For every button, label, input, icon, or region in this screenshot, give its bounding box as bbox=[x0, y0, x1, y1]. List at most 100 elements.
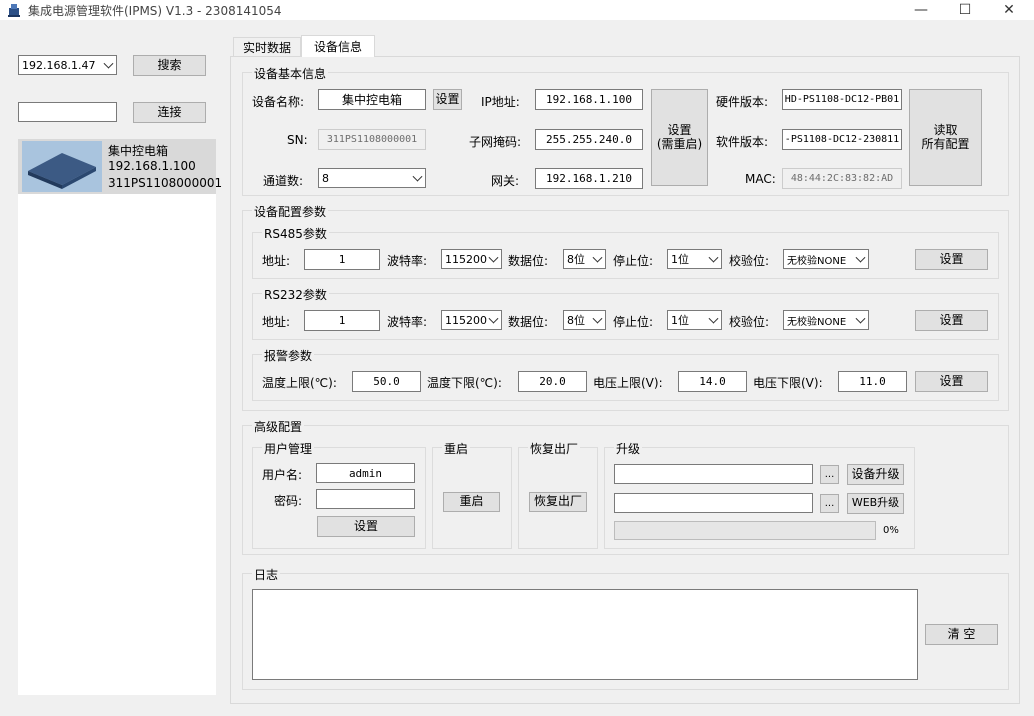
device-config-title: 设备配置参数 bbox=[252, 203, 329, 220]
username-input[interactable]: admin bbox=[316, 463, 415, 483]
gateway-label: 网关: bbox=[491, 174, 520, 188]
rs232-parity-select[interactable]: 无校验NONE bbox=[783, 310, 869, 330]
user-management-title: 用户管理 bbox=[262, 440, 315, 457]
rs232-stopbits-label: 停止位: bbox=[613, 315, 654, 329]
rs232-stopbits-value: 1位 bbox=[671, 314, 689, 327]
password-input[interactable] bbox=[316, 489, 415, 509]
alarm-set-button[interactable]: 设置 bbox=[915, 371, 988, 392]
password-label: 密码: bbox=[274, 494, 303, 508]
clear-log-button[interactable]: 清 空 bbox=[925, 624, 998, 645]
device-firmware-path-input[interactable] bbox=[614, 464, 813, 484]
chevron-down-icon bbox=[488, 252, 499, 263]
rs485-baud-select[interactable]: 115200 bbox=[441, 249, 502, 269]
subnet-mask-input[interactable]: 255.255.240.0 bbox=[535, 129, 643, 150]
minimize-button[interactable]: — bbox=[898, 0, 944, 20]
rs232-baud-select[interactable]: 115200 bbox=[441, 310, 502, 330]
tab-device-info[interactable]: 设备信息 bbox=[301, 35, 375, 57]
upgrade-title: 升级 bbox=[614, 440, 643, 457]
rs232-set-button[interactable]: 设置 bbox=[915, 310, 988, 331]
volt-high-label: 电压上限(V): bbox=[593, 376, 663, 390]
factory-reset-title: 恢复出厂 bbox=[528, 440, 581, 457]
rs232-address-input[interactable]: 1 bbox=[304, 310, 380, 331]
factory-reset-button[interactable]: 恢复出厂 bbox=[529, 492, 587, 512]
mac-label: MAC: bbox=[745, 172, 776, 186]
web-firmware-path-input[interactable] bbox=[614, 493, 813, 513]
rs485-address-input[interactable]: 1 bbox=[304, 249, 380, 270]
sn-label: SN: bbox=[287, 133, 308, 147]
upgrade-progress-bar bbox=[614, 521, 876, 540]
log-textarea[interactable] bbox=[252, 589, 918, 680]
ip-address-label: IP地址: bbox=[481, 95, 520, 109]
close-button[interactable]: ✕ bbox=[986, 0, 1032, 20]
mac-field: 48:44:2C:83:82:AD bbox=[782, 168, 902, 189]
device-name-input[interactable]: 集中控电箱 bbox=[318, 89, 426, 110]
username-label: 用户名: bbox=[262, 468, 303, 482]
alarm-title: 报警参数 bbox=[262, 347, 315, 364]
sn-field: 311PS1108000001 bbox=[318, 129, 426, 150]
network-set-label: 设置 bbox=[667, 122, 692, 137]
connect-button[interactable]: 连接 bbox=[133, 102, 206, 123]
rs485-baud-value: 115200 bbox=[445, 252, 487, 266]
read-all-config-label-2: 所有配置 bbox=[921, 136, 970, 151]
log-title: 日志 bbox=[252, 566, 281, 583]
device-name-label: 设备名称: bbox=[252, 95, 305, 109]
channel-count-label: 通道数: bbox=[263, 174, 304, 188]
read-all-config-button[interactable]: 读取 所有配置 bbox=[909, 89, 982, 186]
rs485-set-button[interactable]: 设置 bbox=[915, 249, 988, 270]
rs232-parity-label: 校验位: bbox=[729, 315, 770, 329]
chevron-down-icon bbox=[592, 252, 603, 263]
device-ip: 192.168.1.100 bbox=[108, 159, 196, 173]
temp-low-label: 温度下限(℃): bbox=[427, 376, 502, 390]
network-set-reboot-button[interactable]: 设置 (需重启) bbox=[651, 89, 708, 186]
device-list-item[interactable]: 集中控电箱 192.168.1.100 311PS1108000001 bbox=[18, 139, 222, 194]
rs485-baud-label: 波特率: bbox=[387, 254, 428, 268]
connect-ip-input[interactable] bbox=[18, 102, 117, 122]
chevron-down-icon bbox=[708, 313, 719, 324]
volt-low-input[interactable]: 11.0 bbox=[838, 371, 907, 392]
tab-realtime-data[interactable]: 实时数据 bbox=[233, 37, 301, 56]
maximize-button[interactable]: ☐ bbox=[942, 0, 988, 20]
temp-high-label: 温度上限(℃): bbox=[262, 376, 337, 390]
rs232-databits-select[interactable]: 8位 bbox=[563, 310, 606, 330]
web-upgrade-button[interactable]: WEB升级 bbox=[847, 493, 904, 514]
advanced-config-title: 高级配置 bbox=[252, 418, 305, 435]
basic-info-title: 设备基本信息 bbox=[252, 65, 329, 82]
channel-count-select[interactable]: 8 bbox=[318, 168, 426, 188]
reboot-title: 重启 bbox=[442, 440, 471, 457]
user-set-button[interactable]: 设置 bbox=[317, 516, 415, 537]
rs232-stopbits-select[interactable]: 1位 bbox=[667, 310, 722, 330]
subnet-mask-label: 子网掩码: bbox=[469, 135, 522, 149]
rs485-databits-select[interactable]: 8位 bbox=[563, 249, 606, 269]
software-version-label: 软件版本: bbox=[716, 135, 769, 149]
device-name-set-button[interactable]: 设置 bbox=[433, 89, 462, 110]
temp-low-input[interactable]: 20.0 bbox=[518, 371, 587, 392]
rs485-parity-label: 校验位: bbox=[729, 254, 770, 268]
rs232-title: RS232参数 bbox=[262, 286, 329, 303]
network-set-reboot-label: (需重启) bbox=[656, 136, 703, 151]
gateway-input[interactable]: 192.168.1.210 bbox=[535, 168, 643, 189]
web-firmware-browse-button[interactable]: ... bbox=[820, 494, 839, 513]
chevron-down-icon bbox=[708, 252, 719, 263]
volt-high-input[interactable]: 14.0 bbox=[678, 371, 747, 392]
rs485-databits-value: 8位 bbox=[567, 253, 585, 266]
rs485-stopbits-select[interactable]: 1位 bbox=[667, 249, 722, 269]
chevron-down-icon bbox=[592, 313, 603, 324]
rs485-parity-value: 无校验NONE bbox=[787, 255, 847, 267]
temp-high-input[interactable]: 50.0 bbox=[352, 371, 421, 392]
rs485-title: RS485参数 bbox=[262, 225, 329, 242]
device-list[interactable]: 集中控电箱 192.168.1.100 311PS1108000001 bbox=[18, 139, 222, 695]
device-icon bbox=[22, 141, 102, 192]
search-button[interactable]: 搜索 bbox=[133, 55, 206, 76]
hardware-version-field: HD-PS1108-DC12-PB01 bbox=[782, 89, 902, 110]
read-all-config-label-1: 读取 bbox=[933, 122, 958, 137]
ip-select[interactable]: 192.168.1.47 bbox=[18, 55, 117, 75]
rs232-databits-label: 数据位: bbox=[508, 315, 549, 329]
rs485-parity-select[interactable]: 无校验NONE bbox=[783, 249, 869, 269]
upgrade-progress-text: 0% bbox=[883, 525, 899, 536]
device-firmware-browse-button[interactable]: ... bbox=[820, 465, 839, 484]
hardware-version-label: 硬件版本: bbox=[716, 95, 769, 109]
ip-address-input[interactable]: 192.168.1.100 bbox=[535, 89, 643, 110]
device-upgrade-button[interactable]: 设备升级 bbox=[847, 464, 904, 485]
rs232-address-label: 地址: bbox=[262, 315, 291, 329]
reboot-button[interactable]: 重启 bbox=[443, 492, 500, 512]
